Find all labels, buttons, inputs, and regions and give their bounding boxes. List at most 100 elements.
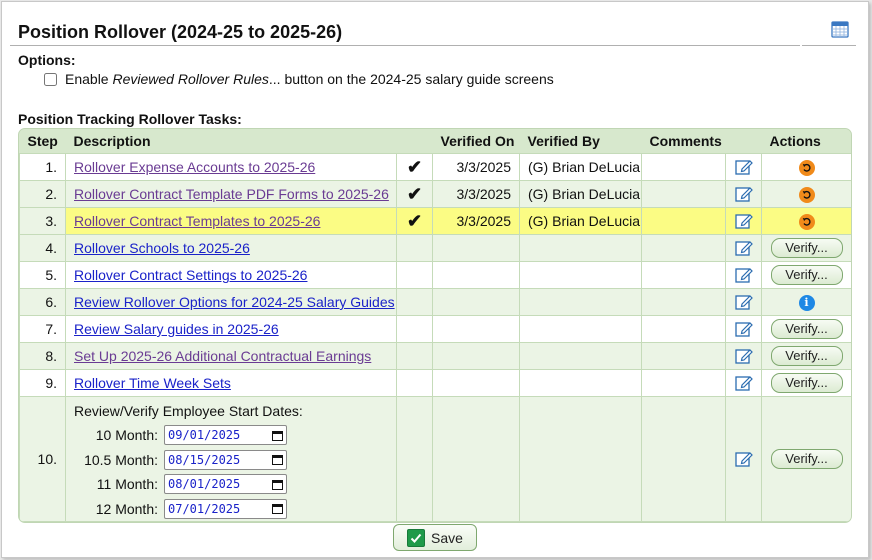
verified-on: 3/3/2025 (432, 153, 520, 181)
task-link[interactable]: Review Rollover Options for 2024-25 Sala… (74, 294, 395, 310)
edit-comment-icon[interactable] (725, 180, 762, 208)
tasks-heading: Position Tracking Rollover Tasks: (18, 111, 242, 127)
title-bar: Position Rollover (2024-25 to 2025-26) (10, 14, 800, 46)
col-description: Description (65, 129, 397, 154)
verified-check (396, 369, 433, 397)
comments-cell (641, 180, 726, 208)
undo-icon[interactable] (798, 186, 815, 203)
task-link[interactable]: Review Salary guides in 2025-26 (74, 321, 279, 337)
col-verified-on: Verified On (432, 129, 520, 154)
row-description: Rollover Time Week Sets (65, 369, 397, 397)
row-step: 9. (19, 369, 66, 397)
row-description: Review Rollover Options for 2024-25 Sala… (65, 288, 397, 316)
edit-comment-icon[interactable] (725, 153, 762, 181)
col-step: Step (19, 129, 66, 154)
table-row: 9. Rollover Time Week Sets Verify... (19, 369, 851, 397)
task-link[interactable]: Rollover Contract Templates to 2025-26 (74, 213, 320, 229)
row-action: Verify... (761, 315, 851, 343)
verify-button[interactable]: Verify... (770, 265, 843, 285)
comments-cell (641, 288, 726, 316)
comments-cell (641, 207, 726, 235)
edit-comment-icon[interactable] (725, 234, 762, 262)
start-date-label: 10.5 Month: (84, 451, 158, 468)
start-date-label: 11 Month: (96, 476, 158, 493)
edit-comment-icon[interactable] (725, 261, 762, 289)
verified-by: (G) Brian DeLucia (519, 153, 642, 181)
comments-cell (641, 153, 726, 181)
task-link[interactable]: Rollover Expense Accounts to 2025-26 (74, 159, 315, 175)
verify-button[interactable]: Verify... (770, 346, 843, 366)
row-description: Rollover Schools to 2025-26 (65, 234, 397, 262)
task-link[interactable]: Rollover Contract Settings to 2025-26 (74, 267, 307, 283)
start-date-input[interactable]: 08/01/2025 (164, 474, 287, 495)
edit-comment-icon[interactable] (725, 288, 762, 316)
date-picker-icon[interactable] (272, 503, 283, 515)
verify-button[interactable]: Verify... (770, 449, 843, 469)
row-action (761, 207, 851, 235)
start-date-input[interactable]: 08/15/2025 (164, 449, 287, 470)
edit-comment-icon[interactable] (725, 315, 762, 343)
table-row: 5. Rollover Contract Settings to 2025-26 V… (19, 261, 851, 289)
verified-on (432, 315, 520, 343)
comments-cell (641, 315, 726, 343)
options-heading: Options: (18, 52, 76, 68)
verified-on: 3/3/2025 (432, 180, 520, 208)
verify-button[interactable]: Verify... (770, 319, 843, 339)
undo-icon[interactable] (798, 159, 815, 176)
row-action (761, 153, 851, 181)
row-step: 1. (19, 153, 66, 181)
task-link[interactable]: Set Up 2025-26 Additional Contractual Ea… (74, 348, 371, 364)
row-step: 7. (19, 315, 66, 343)
start-date-value: 08/15/2025 (168, 452, 241, 467)
row-step: 5. (19, 261, 66, 289)
title-divider (802, 45, 856, 46)
start-date-label: 10 Month: (95, 427, 158, 444)
verified-on (432, 288, 520, 316)
task-link[interactable]: Rollover Time Week Sets (74, 375, 231, 391)
row-step: 4. (19, 234, 66, 262)
verified-check (396, 288, 433, 316)
date-picker-icon[interactable] (272, 430, 283, 441)
verified-by (519, 234, 642, 262)
verified-by (519, 288, 642, 316)
row-description: Review Salary guides in 2025-26 (65, 315, 397, 343)
edit-comment-icon[interactable] (725, 207, 762, 235)
row-action: Verify... (761, 342, 851, 370)
row-action: Verify... (761, 234, 851, 262)
main-panel: Position Rollover (2024-25 to 2025-26) O… (1, 1, 869, 558)
row-step: 8. (19, 342, 66, 370)
start-dates-title: Review/Verify Employee Start Dates: (74, 403, 303, 419)
start-dates-cell: Review/Verify Employee Start Dates: 10 Mo… (65, 396, 397, 522)
task-link[interactable]: Rollover Contract Template PDF Forms to … (74, 186, 389, 202)
save-label: Save (431, 529, 463, 546)
task-link[interactable]: Rollover Schools to 2025-26 (74, 240, 250, 256)
table-row-start-dates: 10. Review/Verify Employee Start Dates: 10… (19, 396, 851, 522)
start-date-input[interactable]: 09/01/2025 (164, 425, 287, 446)
date-picker-icon[interactable] (272, 479, 283, 490)
row-action: i (761, 288, 851, 316)
calendar-icon[interactable] (831, 20, 849, 38)
checkmark-icon: ✔ (406, 156, 423, 177)
row-description: Set Up 2025-26 Additional Contractual Ea… (65, 342, 397, 370)
comments-cell (641, 369, 726, 397)
undo-icon[interactable] (798, 213, 815, 230)
edit-comment-icon[interactable] (725, 369, 762, 397)
info-icon[interactable]: i (798, 294, 815, 311)
start-date-value: 07/01/2025 (168, 501, 241, 516)
date-picker-icon[interactable] (272, 454, 283, 466)
option-text-suffix: ... button on the 2024-25 salary guide s… (268, 71, 554, 87)
row-action: Verify... (761, 261, 851, 289)
row-step: 10. (19, 396, 66, 522)
verify-button[interactable]: Verify... (770, 373, 843, 393)
edit-comment-icon[interactable] (725, 396, 762, 522)
verify-button[interactable]: Verify... (770, 238, 843, 258)
row-step: 6. (19, 288, 66, 316)
edit-comment-icon[interactable] (725, 342, 762, 370)
save-button[interactable]: Save (393, 524, 477, 551)
start-date-value: 09/01/2025 (168, 428, 241, 443)
start-date-input[interactable]: 07/01/2025 (164, 498, 287, 519)
row-description: Rollover Contract Template PDF Forms to … (65, 180, 397, 208)
verified-by (519, 342, 642, 370)
enable-reviewed-rules-checkbox[interactable] (44, 72, 57, 86)
table-row: 1. Rollover Expense Accounts to 2025-26 ✔ 3… (19, 153, 851, 181)
